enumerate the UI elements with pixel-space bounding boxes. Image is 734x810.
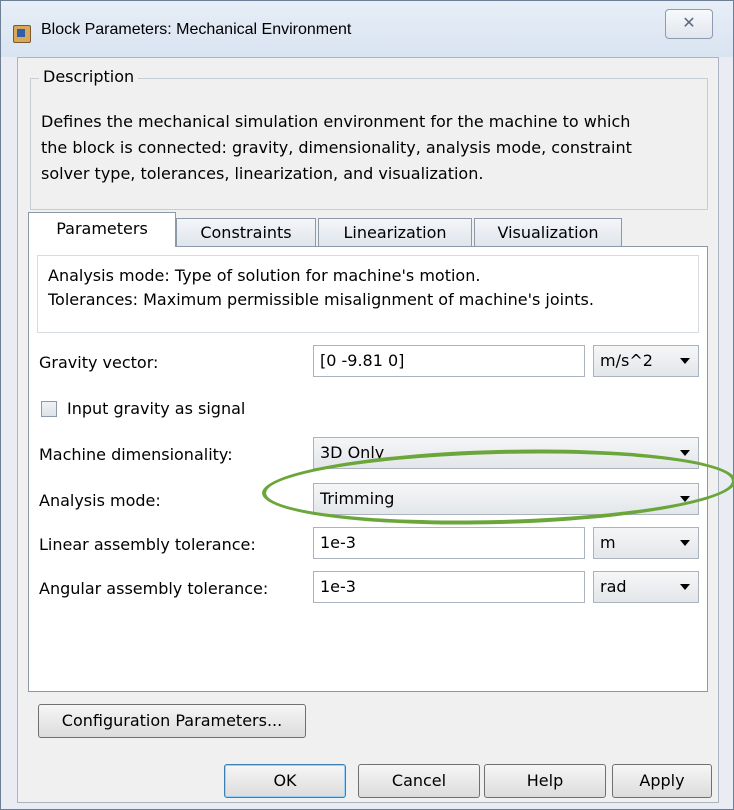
input-gravity-checkbox[interactable]: [41, 401, 57, 417]
help-button[interactable]: Help: [484, 764, 606, 798]
chevron-down-icon: [680, 358, 690, 364]
angular-tolerance-label: Angular assembly tolerance:: [39, 579, 269, 598]
description-text: Defines the mechanical simulation enviro…: [41, 109, 697, 187]
angular-tolerance-unit-value: rad: [600, 577, 627, 596]
hint-line: Analysis mode: Type of solution for mach…: [48, 266, 481, 285]
tab-parameters[interactable]: Parameters: [28, 212, 176, 247]
linear-tolerance-unit-value: m: [600, 533, 616, 552]
description-line: the block is connected: gravity, dimensi…: [41, 138, 632, 157]
linear-tolerance-input[interactable]: 1e-3: [313, 527, 585, 559]
analysis-mode-select[interactable]: Trimming: [313, 483, 699, 515]
gravity-unit-select[interactable]: m/s^2: [593, 345, 699, 377]
tab-visualization[interactable]: Visualization: [474, 218, 622, 246]
analysis-mode-value: Trimming: [320, 489, 395, 508]
gravity-vector-label: Gravity vector:: [39, 353, 159, 372]
dialog-client-area: Description Defines the mechanical simul…: [17, 57, 719, 803]
description-legend: Description: [39, 67, 139, 86]
cancel-button[interactable]: Cancel: [358, 764, 480, 798]
close-button[interactable]: ✕: [665, 9, 713, 39]
angular-tolerance-unit-select[interactable]: rad: [593, 571, 699, 603]
title-bar[interactable]: Block Parameters: Mechanical Environment…: [1, 1, 733, 57]
hint-box: Analysis mode: Type of solution for mach…: [37, 255, 699, 333]
tab-constraints[interactable]: Constraints: [176, 218, 316, 246]
ok-button[interactable]: OK: [224, 764, 346, 798]
dialog-window: Block Parameters: Mechanical Environment…: [0, 0, 734, 810]
machine-dimensionality-value: 3D Only: [320, 443, 385, 462]
hint-line: Tolerances: Maximum permissible misalign…: [48, 290, 594, 309]
description-line: solver type, tolerances, linearization, …: [41, 164, 484, 183]
linear-tolerance-unit-select[interactable]: m: [593, 527, 699, 559]
configuration-parameters-button[interactable]: Configuration Parameters...: [38, 704, 306, 738]
apply-button[interactable]: Apply: [612, 764, 712, 798]
hint-text: Analysis mode: Type of solution for mach…: [48, 264, 594, 312]
gravity-unit-value: m/s^2: [600, 351, 653, 370]
input-gravity-label: Input gravity as signal: [67, 399, 246, 418]
linear-tolerance-label: Linear assembly tolerance:: [39, 535, 256, 554]
tab-linearization[interactable]: Linearization: [318, 218, 472, 246]
simulink-block-icon: [13, 25, 31, 43]
chevron-down-icon: [680, 450, 690, 456]
window-title: Block Parameters: Mechanical Environment: [41, 21, 352, 38]
description-group: Description Defines the mechanical simul…: [30, 67, 708, 210]
tab-strip: Parameters Constraints Linearization Vis…: [28, 212, 708, 247]
analysis-mode-label: Analysis mode:: [39, 491, 161, 510]
close-icon: ✕: [682, 13, 696, 32]
angular-tolerance-input[interactable]: 1e-3: [313, 571, 585, 603]
chevron-down-icon: [680, 496, 690, 502]
description-line: Defines the mechanical simulation enviro…: [41, 112, 631, 131]
machine-dimensionality-label: Machine dimensionality:: [39, 445, 233, 464]
chevron-down-icon: [680, 540, 690, 546]
parameters-panel: Analysis mode: Type of solution for mach…: [28, 246, 708, 692]
gravity-vector-input[interactable]: [0 -9.81 0]: [313, 345, 585, 377]
machine-dimensionality-select[interactable]: 3D Only: [313, 437, 699, 469]
chevron-down-icon: [680, 584, 690, 590]
